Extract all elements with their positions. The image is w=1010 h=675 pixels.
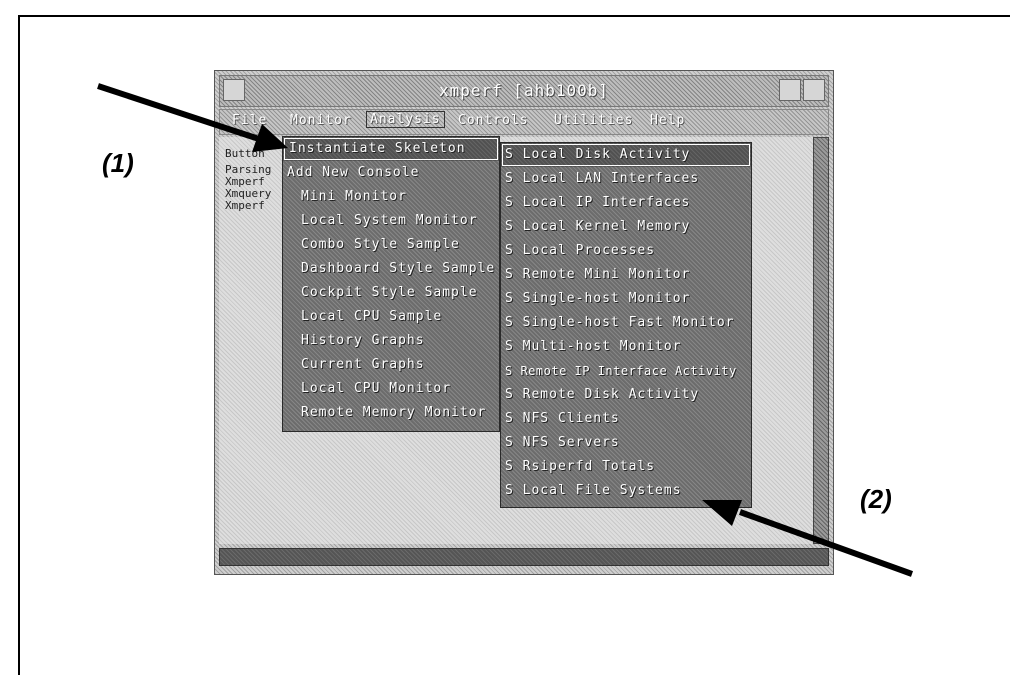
menu-item-history-graphs[interactable]: History Graphs — [283, 329, 499, 353]
submenu-item-local-ip-interfaces[interactable]: S Local IP Interfaces — [501, 191, 751, 215]
menu-monitor[interactable]: Monitor — [290, 113, 352, 128]
menu-controls[interactable]: Controls — [458, 113, 529, 128]
submenu-item-remote-disk-activity[interactable]: S Remote Disk Activity — [501, 383, 751, 407]
menu-file[interactable]: File — [232, 113, 267, 128]
menu-utilities[interactable]: Utilities — [554, 113, 633, 128]
submenu-item-single-host-fast-monitor[interactable]: S Single-host Fast Monitor — [501, 311, 751, 335]
submenu-item-local-processes[interactable]: S Local Processes — [501, 239, 751, 263]
submenu-item-rsiperfd-totals[interactable]: S Rsiperfd Totals — [501, 455, 751, 479]
menu-item-instantiate-skeleton[interactable]: Instantiate Skeleton — [283, 137, 499, 161]
window-title: xmperf [ahb100b] — [438, 81, 610, 100]
horizontal-scrollbar[interactable] — [219, 548, 829, 566]
menu-bar: File Monitor Analysis Controls Utilities… — [219, 109, 829, 135]
menu-item-remote-memory-monitor[interactable]: Remote Memory Monitor — [283, 401, 499, 425]
menu-analysis[interactable]: Analysis — [366, 111, 445, 128]
list-item[interactable]: Xmperf — [225, 199, 287, 212]
callout-2-label: (2) — [860, 484, 892, 514]
menu-item-dashboard-style-sample[interactable]: Dashboard Style Sample — [283, 257, 499, 281]
callout-1-label: (1) — [102, 148, 134, 178]
menu-item-current-graphs[interactable]: Current Graphs — [283, 353, 499, 377]
submenu-item-local-file-systems[interactable]: S Local File Systems — [501, 479, 751, 503]
list-item[interactable]: Button — [225, 147, 287, 160]
menu-item-cockpit-style-sample[interactable]: Cockpit Style Sample — [283, 281, 499, 305]
menu-item-combo-style-sample[interactable]: Combo Style Sample — [283, 233, 499, 257]
analysis-dropdown-menu: Instantiate Skeleton Add New Console Min… — [282, 136, 500, 432]
submenu-item-remote-ip-interface-activity[interactable]: S Remote IP Interface Activity — [501, 359, 751, 383]
figure-border-top — [18, 15, 1010, 17]
title-bar[interactable]: xmperf [ahb100b] — [219, 75, 829, 107]
submenu-item-multi-host-monitor[interactable]: S Multi-host Monitor — [501, 335, 751, 359]
menu-help[interactable]: Help — [650, 113, 685, 128]
submenu-item-remote-mini-monitor[interactable]: S Remote Mini Monitor — [501, 263, 751, 287]
figure-border-left — [18, 15, 20, 675]
minimize-button[interactable] — [779, 79, 801, 101]
submenu-item-single-host-monitor[interactable]: S Single-host Monitor — [501, 287, 751, 311]
submenu-item-local-kernel-memory[interactable]: S Local Kernel Memory — [501, 215, 751, 239]
skeleton-submenu: S Local Disk Activity S Local LAN Interf… — [500, 142, 752, 508]
menu-item-local-system-monitor[interactable]: Local System Monitor — [283, 209, 499, 233]
menu-item-mini-monitor[interactable]: Mini Monitor — [283, 185, 499, 209]
vertical-scrollbar[interactable] — [813, 137, 829, 544]
maximize-button[interactable] — [803, 79, 825, 101]
submenu-item-nfs-clients[interactable]: S NFS Clients — [501, 407, 751, 431]
menu-item-local-cpu-sample[interactable]: Local CPU Sample — [283, 305, 499, 329]
submenu-item-local-disk-activity[interactable]: S Local Disk Activity — [501, 143, 751, 167]
submenu-item-nfs-servers[interactable]: S NFS Servers — [501, 431, 751, 455]
menu-item-local-cpu-monitor[interactable]: Local CPU Monitor — [283, 377, 499, 401]
menu-item-add-new-console[interactable]: Add New Console — [283, 161, 499, 185]
submenu-item-local-lan-interfaces[interactable]: S Local LAN Interfaces — [501, 167, 751, 191]
